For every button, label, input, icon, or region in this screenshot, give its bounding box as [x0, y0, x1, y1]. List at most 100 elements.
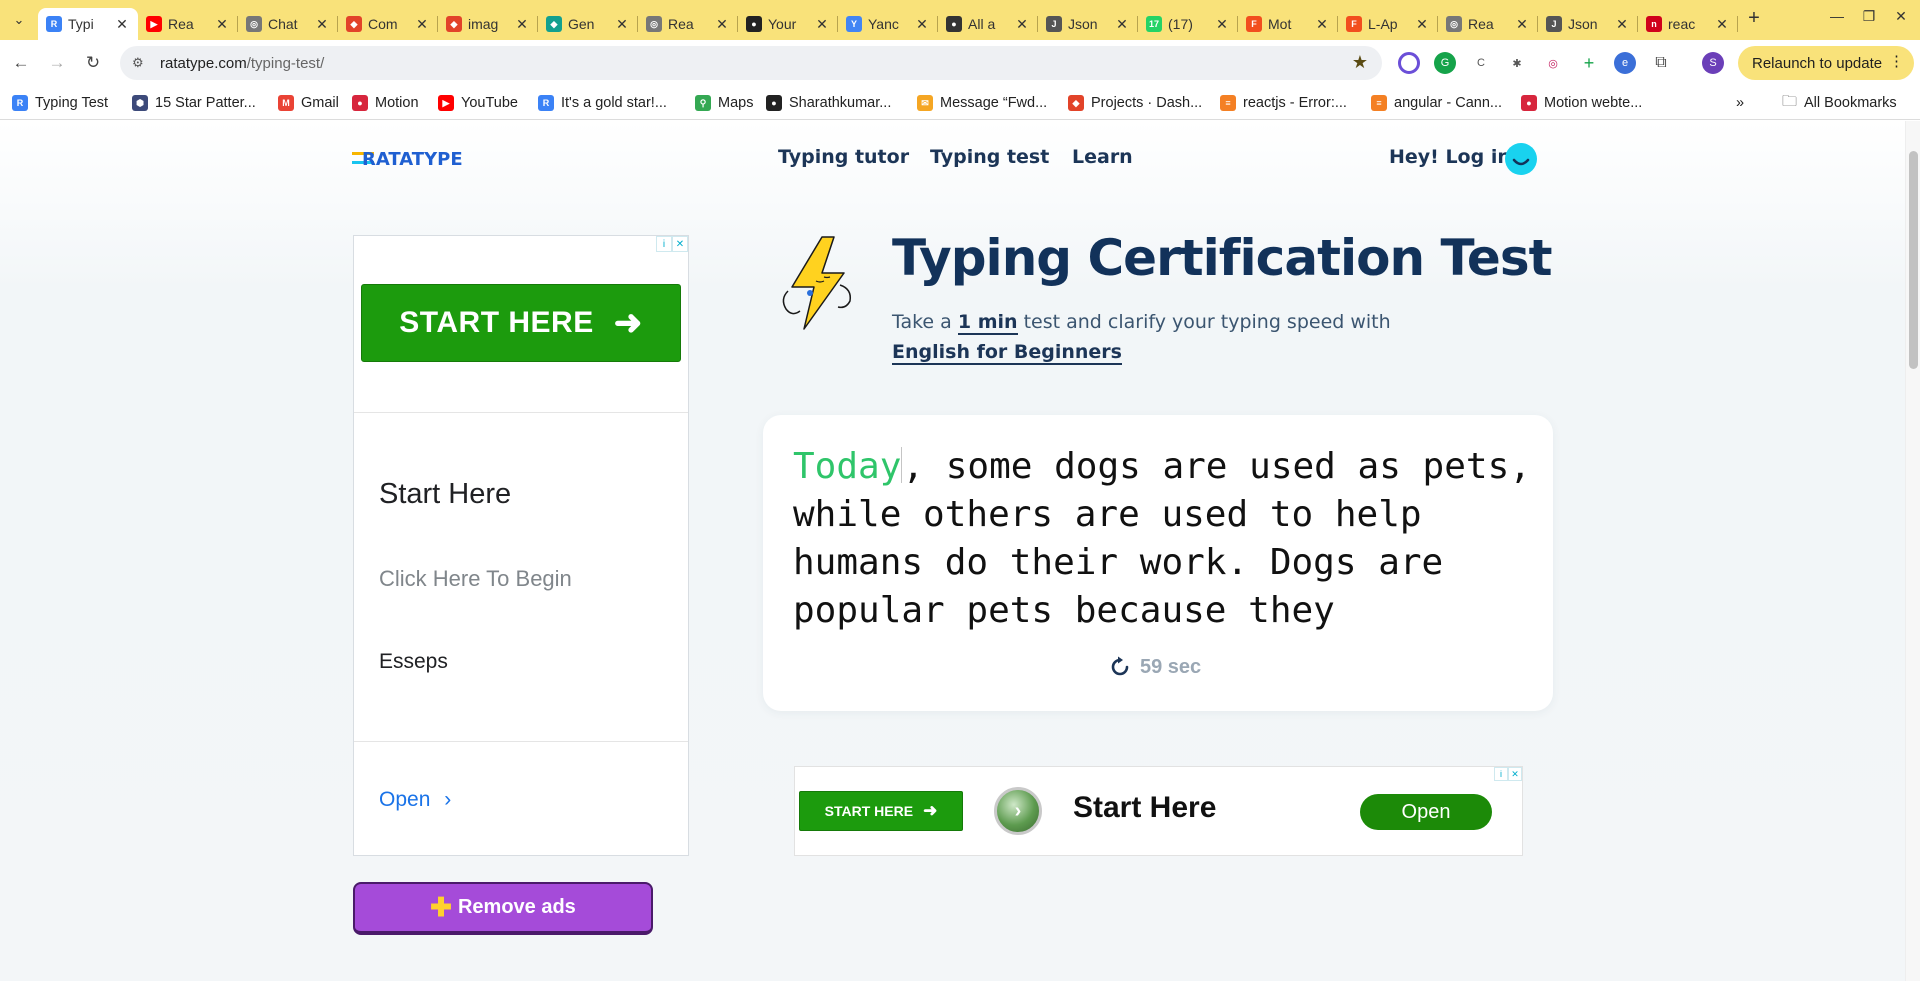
- tab-close-icon[interactable]: ✕: [114, 16, 130, 33]
- profile-avatar[interactable]: S: [1702, 52, 1724, 74]
- ratatype-logo[interactable]: RATATYPE: [352, 149, 502, 167]
- relaunch-button[interactable]: Relaunch to update ⋮: [1738, 46, 1914, 80]
- scrollbar-thumb[interactable]: [1909, 151, 1918, 369]
- extension-edge-icon[interactable]: e: [1614, 52, 1636, 74]
- forward-button[interactable]: →: [44, 50, 70, 76]
- tab-close-icon[interactable]: ✕: [1314, 16, 1330, 33]
- tab-close-icon[interactable]: ✕: [414, 16, 430, 33]
- browser-tab[interactable]: ◆ imag ✕: [438, 8, 538, 40]
- back-button[interactable]: ←: [8, 50, 34, 76]
- duration-link[interactable]: 1 min: [957, 311, 1018, 335]
- close-window-button[interactable]: ✕: [1887, 8, 1915, 25]
- menu-dots-icon[interactable]: ⋮: [1889, 52, 1904, 70]
- tab-close-icon[interactable]: ✕: [614, 16, 630, 33]
- browser-tab[interactable]: ▶ Rea ✕: [138, 8, 238, 40]
- browser-tab[interactable]: ◆ Com ✕: [338, 8, 438, 40]
- browser-tab[interactable]: Y Yanc ✕: [838, 8, 938, 40]
- browser-tab[interactable]: F Mot ✕: [1238, 8, 1338, 40]
- extension-grammarly-icon[interactable]: G: [1434, 52, 1456, 74]
- bookmark-item[interactable]: ≡ reactjs - Error:...: [1220, 92, 1347, 114]
- ad-choices[interactable]: i ✕: [656, 236, 688, 252]
- login-link[interactable]: Hey! Log in: [1389, 146, 1511, 168]
- ad-choices[interactable]: i ✕: [1494, 767, 1522, 781]
- ad-start-button[interactable]: START HERE ➜: [361, 284, 681, 362]
- bookmark-item[interactable]: M Gmail: [278, 92, 339, 114]
- ad-close-icon[interactable]: ✕: [672, 236, 688, 252]
- tab-close-icon[interactable]: ✕: [314, 16, 330, 33]
- browser-tab[interactable]: J Json ✕: [1538, 8, 1638, 40]
- ad-close-icon[interactable]: ✕: [1508, 767, 1522, 781]
- browser-tab[interactable]: ◎ Rea ✕: [1438, 8, 1538, 40]
- browser-tab[interactable]: F L-Ap ✕: [1338, 8, 1438, 40]
- extension-bug-icon[interactable]: ✱: [1506, 52, 1528, 74]
- reload-button[interactable]: ↻: [80, 50, 106, 76]
- all-bookmarks[interactable]: 🗀 All Bookmarks: [1782, 92, 1897, 114]
- bookmark-item[interactable]: ⬢ 15 Star Patter...: [132, 92, 256, 114]
- tab-close-icon[interactable]: ✕: [714, 16, 730, 33]
- bookmark-item[interactable]: ≡ angular - Cann...: [1371, 92, 1502, 114]
- side-ad[interactable]: i ✕ START HERE ➜ Start Here Click Here T…: [353, 235, 689, 856]
- smiley-icon[interactable]: [1505, 143, 1537, 175]
- bookmark-item[interactable]: ● Motion: [352, 92, 419, 114]
- tab-close-icon[interactable]: ✕: [1514, 16, 1530, 33]
- tab-close-icon[interactable]: ✕: [1614, 16, 1630, 33]
- restore-button[interactable]: ❐: [1855, 8, 1883, 25]
- tab-close-icon[interactable]: ✕: [1414, 16, 1430, 33]
- bookmark-item[interactable]: ▶ YouTube: [438, 92, 518, 114]
- browser-tab[interactable]: R Typi ✕: [38, 8, 138, 40]
- browser-tab[interactable]: 17 (17) ✕: [1138, 8, 1238, 40]
- chevron-right-icon[interactable]: ›: [994, 787, 1042, 835]
- course-link[interactable]: English for Beginners: [892, 341, 1122, 365]
- browser-tab[interactable]: J Json ✕: [1038, 8, 1138, 40]
- restart-icon[interactable]: [1108, 655, 1132, 679]
- browser-tab[interactable]: n reac ✕: [1638, 8, 1738, 40]
- address-bar[interactable]: ⚙ ratatype.com/typing-test/ ★: [120, 46, 1382, 80]
- typing-area[interactable]: Today, some dogs are used as pets, while…: [763, 415, 1553, 711]
- bottom-ad-start-button[interactable]: START HERE ➜: [799, 791, 963, 831]
- bookmark-item[interactable]: ● Motion webte...: [1521, 92, 1642, 114]
- minimize-button[interactable]: —: [1823, 8, 1851, 24]
- new-tab-button[interactable]: +: [1742, 7, 1766, 30]
- bookmark-star-icon[interactable]: ★: [1352, 52, 1368, 73]
- ad-title[interactable]: Start Here: [379, 478, 511, 511]
- ad-info-icon[interactable]: i: [1494, 767, 1508, 781]
- bookmark-item[interactable]: ✉ Message “Fwd...: [917, 92, 1047, 114]
- bookmarks-overflow-icon[interactable]: »: [1736, 92, 1744, 114]
- tab-close-icon[interactable]: ✕: [1114, 16, 1130, 33]
- bottom-ad-open-button[interactable]: Open: [1360, 794, 1492, 830]
- extension-plus-icon[interactable]: +: [1578, 52, 1600, 74]
- extensions-puzzle-icon[interactable]: ⧉: [1650, 52, 1672, 74]
- nav-typing-test[interactable]: Typing test: [930, 146, 1049, 168]
- extension-capture-icon[interactable]: ◎: [1542, 52, 1564, 74]
- bottom-ad[interactable]: i ✕ START HERE ➜ › Start Here Open: [794, 766, 1523, 856]
- extension-code-icon[interactable]: C: [1470, 52, 1492, 74]
- tab-close-icon[interactable]: ✕: [914, 16, 930, 33]
- bookmark-item[interactable]: R Typing Test: [12, 92, 108, 114]
- browser-tab[interactable]: ● Your ✕: [738, 8, 838, 40]
- extension-colorzilla-icon[interactable]: [1398, 52, 1420, 74]
- bottom-ad-title[interactable]: Start Here: [1073, 791, 1216, 825]
- tab-close-icon[interactable]: ✕: [214, 16, 230, 33]
- nav-typing-tutor[interactable]: Typing tutor: [778, 146, 909, 168]
- tab-close-icon[interactable]: ✕: [1214, 16, 1230, 33]
- tab-search-button[interactable]: ⌄: [6, 8, 32, 32]
- browser-tab[interactable]: ◆ Gen ✕: [538, 8, 638, 40]
- tab-close-icon[interactable]: ✕: [514, 16, 530, 33]
- remove-ads-button[interactable]: ✚ Remove ads: [353, 882, 653, 935]
- page-scrollbar[interactable]: [1905, 121, 1920, 981]
- tab-close-icon[interactable]: ✕: [1014, 16, 1030, 33]
- bookmark-item[interactable]: R It's a gold star!...: [538, 92, 667, 114]
- bookmark-item[interactable]: ◆ Projects · Dash...: [1068, 92, 1202, 114]
- browser-tab[interactable]: ● All a ✕: [938, 8, 1038, 40]
- tab-close-icon[interactable]: ✕: [814, 16, 830, 33]
- site-info-icon[interactable]: ⚙: [132, 55, 150, 71]
- browser-tab[interactable]: ◎ Rea ✕: [638, 8, 738, 40]
- ad-open-link[interactable]: Open ›: [379, 788, 451, 812]
- typing-text[interactable]: Today, some dogs are used as pets, while…: [793, 443, 1533, 635]
- nav-learn[interactable]: Learn: [1072, 146, 1133, 168]
- bookmark-item[interactable]: ● Sharathkumar...: [766, 92, 891, 114]
- bookmark-item[interactable]: ⚲ Maps: [695, 92, 753, 114]
- browser-tab[interactable]: ◎ Chat ✕: [238, 8, 338, 40]
- tab-close-icon[interactable]: ✕: [1714, 16, 1730, 33]
- ad-info-icon[interactable]: i: [656, 236, 672, 252]
